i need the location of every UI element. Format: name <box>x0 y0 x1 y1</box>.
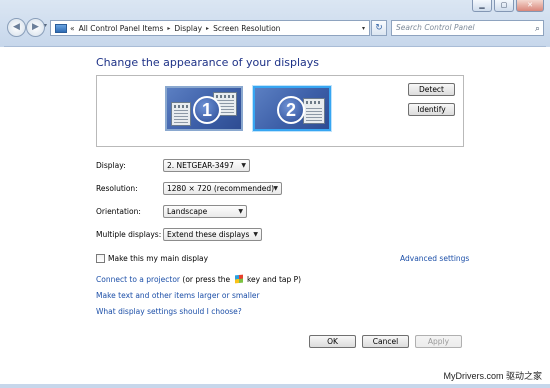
refresh-button[interactable]: ↻ <box>371 20 387 36</box>
cancel-button[interactable]: Cancel <box>362 335 409 348</box>
back-button[interactable]: ◀ <box>7 18 26 37</box>
projector-hint-text: (or press the <box>182 275 231 284</box>
chevron-down-icon: ▼ <box>241 162 246 169</box>
address-prefix-icon[interactable]: « <box>70 24 75 33</box>
display-arrangement-panel: 1 2 Detect Identify <box>96 75 464 147</box>
watermark: MyDrivers.com 驱动之家 <box>443 371 543 381</box>
recent-pages-icon[interactable]: ▾ <box>44 22 47 29</box>
address-dropdown-icon[interactable]: ▾ <box>362 25 365 32</box>
monitor-number-badge: 2 <box>277 96 305 124</box>
close-button[interactable]: ✕ <box>516 0 544 12</box>
window-border-bottom <box>0 384 550 388</box>
breadcrumb-screen-resolution[interactable]: Screen Resolution <box>213 24 280 33</box>
resolution-select-value: 1280 × 720 (recommended) <box>167 184 275 193</box>
ok-button[interactable]: OK <box>309 335 356 348</box>
orientation-label: Orientation: <box>96 207 141 216</box>
apply-button[interactable]: Apply <box>415 335 462 348</box>
search-input[interactable]: Search Control Panel ⌕ <box>391 20 544 36</box>
multiple-displays-label: Multiple displays: <box>96 230 162 239</box>
text-size-link[interactable]: Make text and other items larger or smal… <box>96 291 260 300</box>
chevron-down-icon: ▼ <box>273 185 278 192</box>
breadcrumb-separator-icon[interactable]: ▸ <box>206 25 209 32</box>
chevron-down-icon: ▼ <box>238 208 243 215</box>
breadcrumb-display[interactable]: Display <box>174 24 202 33</box>
projector-line: Connect to a projector (or press the key… <box>96 274 302 284</box>
chevron-down-icon: ▼ <box>253 231 258 238</box>
display-select[interactable]: 2. NETGEAR-3497 ▼ <box>163 159 250 172</box>
connect-projector-link[interactable]: Connect to a projector <box>96 275 180 284</box>
monitor-1-window-thumbnail <box>171 102 191 126</box>
main-display-checkbox[interactable] <box>96 254 105 263</box>
resolution-label: Resolution: <box>96 184 138 193</box>
windows-key-icon <box>234 274 243 284</box>
monitor-1[interactable]: 1 <box>165 86 243 131</box>
multiple-displays-select-value: Extend these displays <box>167 230 250 239</box>
orientation-select[interactable]: Landscape ▼ <box>163 205 247 218</box>
control-panel-icon <box>55 23 67 33</box>
resolution-select[interactable]: 1280 × 720 (recommended) ▼ <box>163 182 282 195</box>
minimize-button[interactable]: ▁ <box>472 0 492 12</box>
detect-button[interactable]: Detect <box>408 83 455 96</box>
display-label: Display: <box>96 161 126 170</box>
projector-hint-text-2: key and tap P) <box>246 275 302 284</box>
display-select-value: 2. NETGEAR-3497 <box>167 161 234 170</box>
advanced-settings-link[interactable]: Advanced settings <box>400 254 469 263</box>
forward-button[interactable]: ▶ <box>26 18 45 37</box>
monitor-number-badge: 1 <box>193 96 221 124</box>
screen-resolution-page: Change the appearance of your displays 1… <box>0 47 550 388</box>
search-placeholder: Search Control Panel <box>396 23 475 32</box>
page-title: Change the appearance of your displays <box>96 56 320 69</box>
identify-button[interactable]: Identify <box>408 103 455 116</box>
orientation-select-value: Landscape <box>167 207 208 216</box>
breadcrumb-separator-icon[interactable]: ▸ <box>167 25 170 32</box>
maximize-button[interactable]: ▢ <box>494 0 514 12</box>
multiple-displays-select[interactable]: Extend these displays ▼ <box>163 228 262 241</box>
main-display-label[interactable]: Make this my main display <box>108 254 208 263</box>
breadcrumb-control-panel[interactable]: All Control Panel Items <box>79 24 164 33</box>
display-help-link[interactable]: What display settings should I choose? <box>96 307 242 316</box>
search-icon[interactable]: ⌕ <box>535 22 540 36</box>
window-controls: ▁ ▢ ✕ <box>472 0 544 12</box>
monitor-2-window-thumbnail <box>303 98 325 124</box>
window-title-bar: ▁ ▢ ✕ ◀ ▶ ▾ « All Control Panel Items ▸ … <box>0 0 550 47</box>
address-bar[interactable]: « All Control Panel Items ▸ Display ▸ Sc… <box>50 20 370 36</box>
monitor-2[interactable]: 2 <box>253 86 331 131</box>
